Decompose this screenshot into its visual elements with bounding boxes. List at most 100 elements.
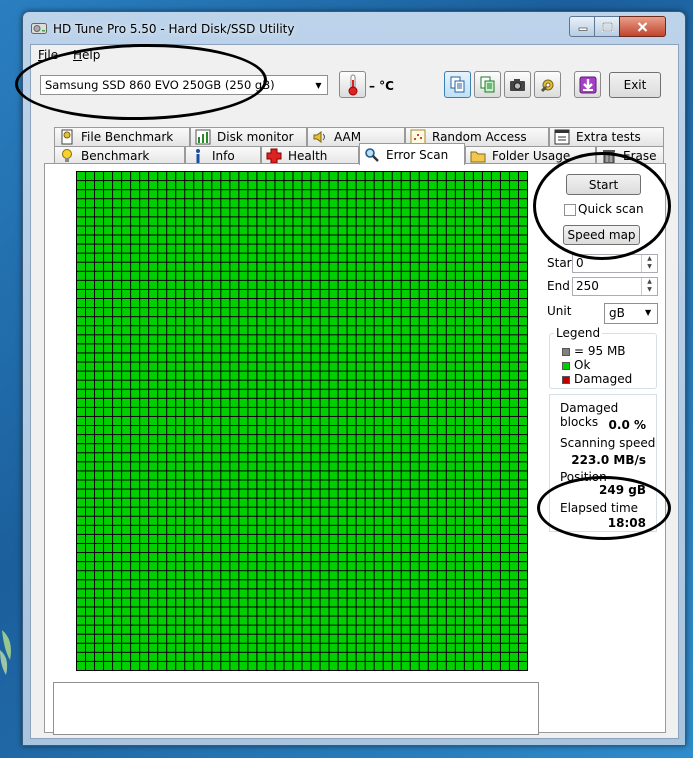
block-cell	[365, 453, 374, 462]
block-cell	[446, 244, 455, 253]
block-cell	[320, 643, 329, 652]
minimize-button[interactable]	[569, 16, 596, 37]
block-cell	[455, 616, 464, 625]
block-cell	[185, 244, 194, 253]
save-button[interactable]	[574, 71, 601, 98]
block-cell	[509, 553, 518, 562]
tab-error-scan[interactable]: Error Scan	[359, 143, 465, 165]
block-cell	[86, 226, 95, 235]
block-cell	[446, 199, 455, 208]
block-cell	[140, 516, 149, 525]
block-cell	[464, 553, 473, 562]
block-cell	[212, 661, 221, 670]
block-cell	[392, 444, 401, 453]
block-cell	[455, 262, 464, 271]
block-cell	[149, 598, 158, 607]
block-cell	[176, 616, 185, 625]
spin-down-icon[interactable]: ▼	[642, 263, 657, 271]
block-cell	[464, 453, 473, 462]
start-spinner[interactable]: ▲ ▼	[641, 255, 657, 272]
spin-up-icon[interactable]: ▲	[642, 255, 657, 263]
block-cell	[464, 625, 473, 634]
block-cell	[446, 489, 455, 498]
block-cell	[203, 643, 212, 652]
log-output[interactable]	[53, 682, 539, 735]
speed-map-button[interactable]: Speed map	[563, 225, 640, 245]
block-cell	[473, 634, 482, 643]
block-cell	[473, 317, 482, 326]
block-cell	[104, 444, 113, 453]
block-cell	[365, 362, 374, 371]
menu-file[interactable]: File	[38, 48, 58, 62]
screenshot-button[interactable]	[504, 71, 531, 98]
block-cell	[401, 362, 410, 371]
block-cell	[356, 172, 365, 181]
block-cell	[131, 244, 140, 253]
block-cell	[509, 190, 518, 199]
spin-up-icon[interactable]: ▲	[642, 278, 657, 286]
options-button[interactable]	[534, 71, 561, 98]
exit-button[interactable]: Exit	[609, 72, 661, 98]
block-cell	[437, 516, 446, 525]
block-cell	[518, 571, 527, 580]
block-cell	[401, 607, 410, 616]
unit-select[interactable]: gB ▼	[604, 303, 658, 324]
block-cell	[113, 426, 122, 435]
block-cell	[149, 652, 158, 661]
spin-down-icon[interactable]: ▼	[642, 286, 657, 294]
block-cell	[140, 625, 149, 634]
block-cell	[230, 598, 239, 607]
block-cell	[131, 661, 140, 670]
block-cell	[455, 317, 464, 326]
block-cell	[212, 534, 221, 543]
block-cell	[374, 462, 383, 471]
block-cell	[356, 253, 365, 262]
block-cell	[158, 299, 167, 308]
block-cell	[365, 607, 374, 616]
tab-file-benchmark[interactable]: File Benchmark	[54, 127, 190, 146]
block-cell	[149, 616, 158, 625]
block-cell	[140, 335, 149, 344]
block-cell	[446, 543, 455, 553]
block-cell	[392, 317, 401, 326]
copy-screenshot-button[interactable]	[474, 71, 501, 98]
drive-select[interactable]: Samsung SSD 860 EVO 250GB (250 gB) ▼	[40, 75, 328, 95]
end-spinner[interactable]: ▲ ▼	[641, 278, 657, 295]
block-cell	[410, 525, 419, 534]
block-cell	[491, 453, 500, 462]
block-cell	[104, 453, 113, 462]
block-cell	[338, 380, 347, 389]
start-field[interactable]: 0 ▲ ▼	[572, 254, 658, 273]
tab-extra-tests[interactable]: Extra tests	[549, 127, 664, 146]
block-cell	[275, 235, 284, 244]
block-cell	[248, 426, 257, 435]
block-cell	[230, 625, 239, 634]
block-cell	[311, 553, 320, 562]
quick-scan-checkbox[interactable]	[564, 204, 576, 216]
block-cell	[446, 525, 455, 534]
tab-disk-monitor[interactable]: Disk monitor	[190, 127, 307, 146]
block-cell	[77, 416, 86, 426]
block-cell	[383, 571, 392, 580]
block-cell	[212, 516, 221, 525]
temperature-button[interactable]	[339, 71, 366, 98]
maximize-button[interactable]	[594, 16, 621, 37]
close-button[interactable]	[619, 16, 666, 37]
block-cell	[410, 616, 419, 625]
block-cell	[86, 344, 95, 353]
block-cell	[302, 226, 311, 235]
copy-info-button[interactable]	[444, 71, 471, 98]
block-cell	[338, 480, 347, 489]
end-field[interactable]: 250 ▲ ▼	[572, 277, 658, 296]
block-cell	[95, 217, 104, 226]
block-cell	[428, 553, 437, 562]
title-bar[interactable]: HD Tune Pro 5.50 - Hard Disk/SSD Utility	[23, 12, 685, 44]
block-cell	[275, 371, 284, 380]
block-cell	[104, 661, 113, 670]
block-cell	[311, 344, 320, 353]
block-cell	[266, 553, 275, 562]
block-cell	[302, 453, 311, 462]
start-button[interactable]: Start	[566, 174, 641, 195]
block-cell	[446, 353, 455, 362]
menu-help[interactable]: Help	[73, 48, 100, 62]
